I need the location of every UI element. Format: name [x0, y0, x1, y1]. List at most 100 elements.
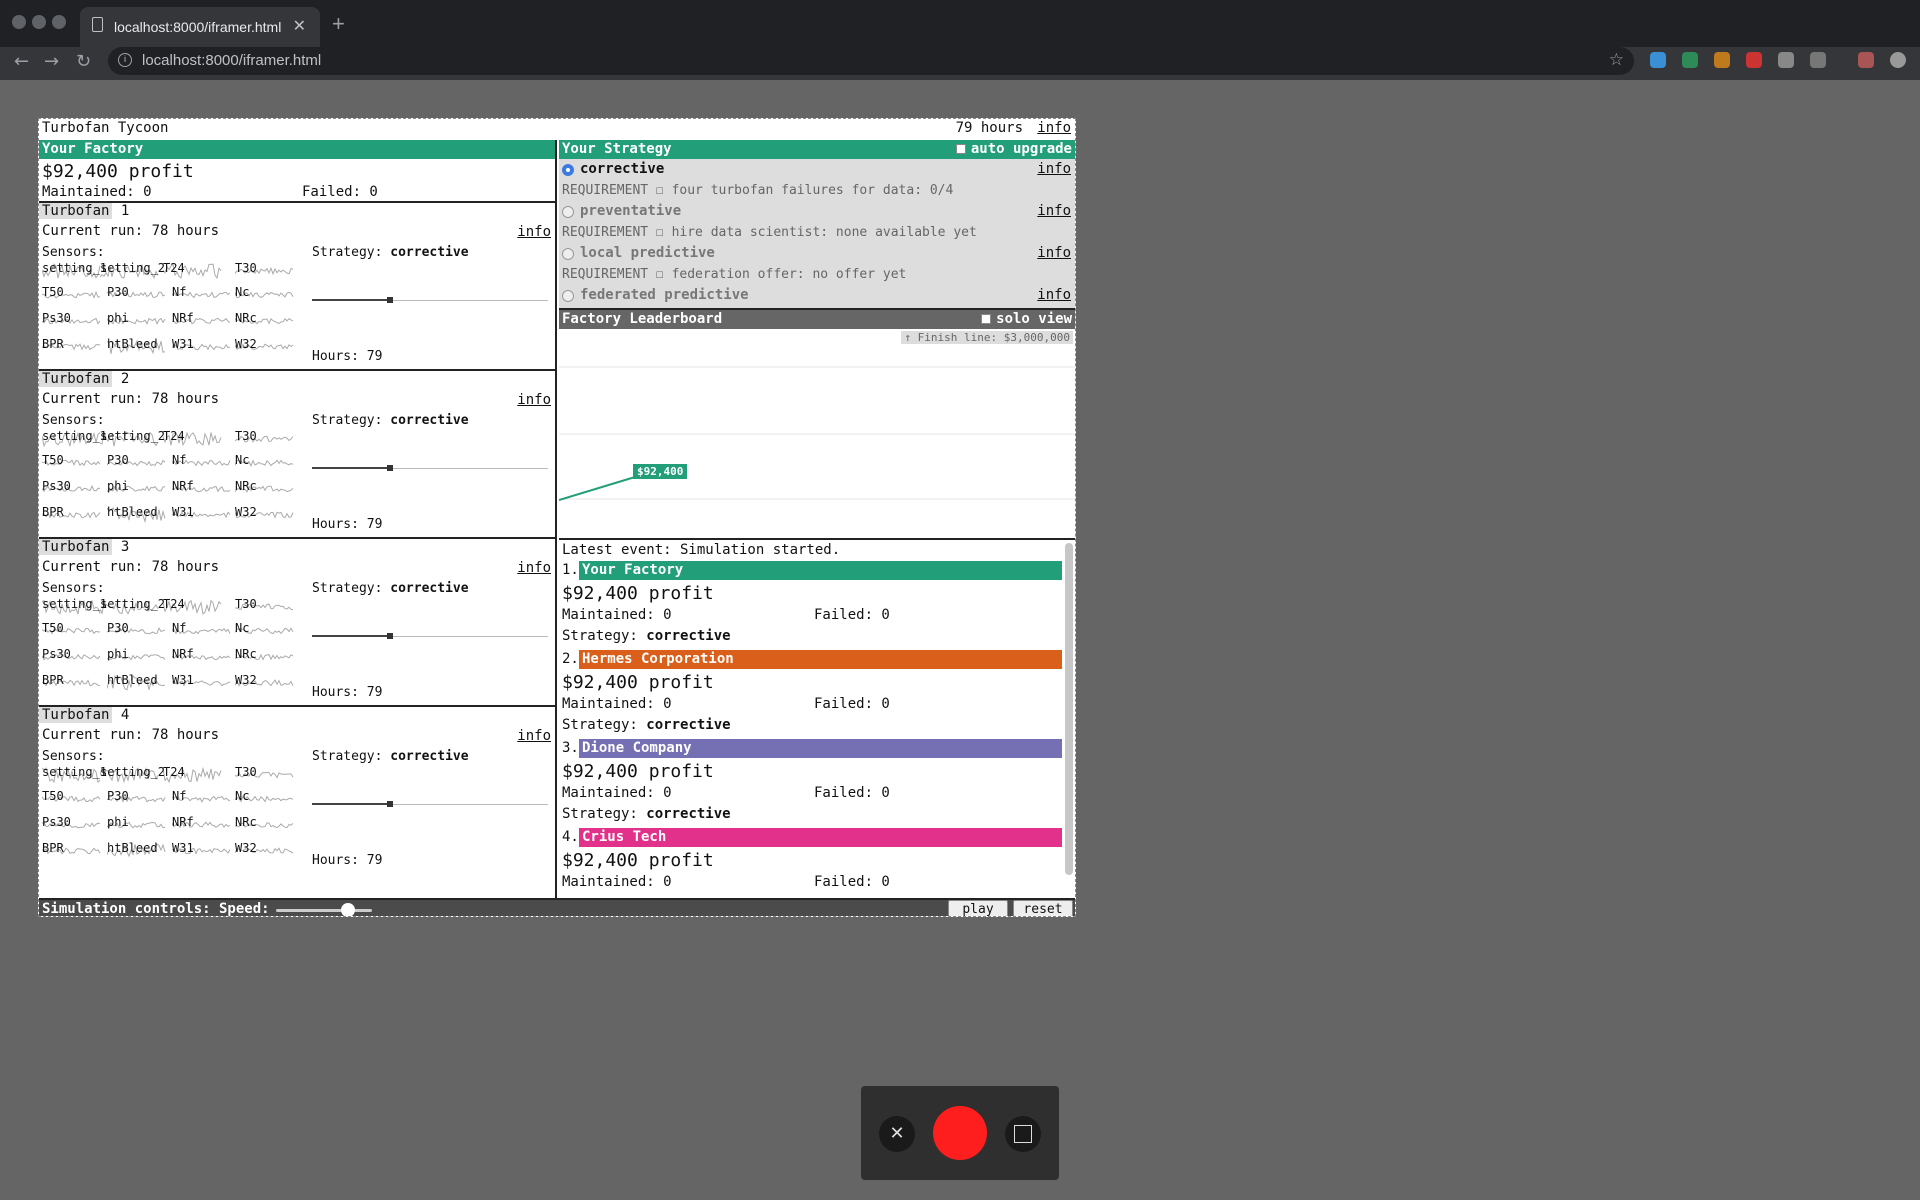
- window-zoom-dot[interactable]: [52, 15, 66, 29]
- strategy-option-label: local predictive: [580, 245, 715, 261]
- entry-failed: Failed: 0: [814, 696, 890, 712]
- app-info-link[interactable]: info: [1037, 120, 1071, 136]
- extension-icon[interactable]: [1746, 52, 1762, 68]
- sensor-sparkline: P30: [107, 453, 171, 473]
- sensor-name: htBleed: [107, 841, 158, 855]
- sensor-sparkline: T50: [42, 621, 106, 641]
- sensor-name: T50: [42, 285, 64, 299]
- address-bar[interactable]: i localhost:8000/iframer.html ☆: [108, 47, 1634, 75]
- sensor-name: T30: [235, 765, 257, 779]
- recorder-area-icon[interactable]: [1005, 1116, 1041, 1152]
- window-close-dot[interactable]: [12, 15, 26, 29]
- sensor-name: setting_1: [42, 765, 108, 779]
- strategy-option-corrective[interactable]: corrective info: [559, 159, 1075, 180]
- turbofan-strategy: Strategy: corrective: [312, 581, 469, 596]
- sensor-sparkline: W32: [235, 337, 299, 357]
- sensor-sparkline: W31: [172, 505, 236, 525]
- lifetime-marker: [387, 465, 393, 471]
- entry-profit: $92,400 profit: [562, 672, 714, 693]
- sensor-name: Ps30: [42, 479, 71, 493]
- sensor-name: Nc: [235, 285, 250, 299]
- solo-view-checkbox[interactable]: [981, 314, 992, 324]
- entry-maintained: Maintained: 0: [562, 696, 672, 712]
- url-text[interactable]: localhost:8000/iframer.html: [142, 52, 321, 69]
- strategy-option-preventative[interactable]: preventative info: [559, 201, 1075, 222]
- strategy-info-link[interactable]: info: [1037, 285, 1071, 306]
- browser-tab[interactable]: localhost:8000/iframer.html ✕: [80, 7, 320, 47]
- leaderboard-entry: 1. Your Factory $92,400 profit Maintaine…: [559, 561, 1065, 650]
- turbofan-info-link[interactable]: info: [517, 728, 551, 744]
- sensor-sparkline: NRf: [172, 815, 236, 835]
- requirement-text: REQUIREMENT ☐ hire data scientist: none …: [562, 225, 977, 240]
- sensor-sparkline: NRc: [235, 815, 299, 835]
- back-icon[interactable]: ←: [14, 51, 29, 72]
- sensor-name: NRc: [235, 479, 257, 493]
- extension-icon[interactable]: [1714, 52, 1730, 68]
- tab-close-icon[interactable]: ✕: [293, 16, 306, 36]
- sensor-name: phi: [107, 815, 129, 829]
- entry-failed: Failed: 0: [814, 607, 890, 623]
- sensor-sparkline: htBleed: [107, 673, 171, 693]
- solo-view-toggle[interactable]: solo view: [981, 310, 1072, 329]
- turbofan-info-link[interactable]: info: [517, 392, 551, 408]
- turbofan-hours: Hours: 79: [312, 685, 383, 700]
- entry-maintained: Maintained: 0: [562, 785, 672, 801]
- recorder-close-icon[interactable]: ✕: [879, 1116, 915, 1152]
- sensor-sparkline: setting_1: [42, 429, 107, 449]
- turbofan-info-link[interactable]: info: [517, 560, 551, 576]
- menu-icon[interactable]: [1890, 52, 1906, 68]
- strategy-info-link[interactable]: info: [1037, 159, 1071, 180]
- new-tab-icon[interactable]: +: [332, 11, 345, 37]
- lifetime-fill: [312, 467, 390, 469]
- turbofan-header: Turbofan 2: [39, 371, 129, 389]
- speed-slider-knob[interactable]: [341, 903, 355, 916]
- strategy-title: Your Strategy: [562, 141, 672, 157]
- auto-upgrade-toggle[interactable]: auto upgrade: [955, 140, 1072, 159]
- reload-icon[interactable]: ↻: [76, 51, 91, 72]
- sensors-label: Sensors:: [42, 245, 105, 260]
- forward-icon[interactable]: →: [44, 51, 59, 72]
- entry-profit: $92,400 profit: [562, 761, 714, 782]
- turbofan-header: Turbofan 4: [39, 707, 129, 725]
- entry-maintained: Maintained: 0: [562, 874, 672, 890]
- extension-icon[interactable]: [1778, 52, 1794, 68]
- record-button[interactable]: [933, 1106, 987, 1160]
- sensor-name: BPR: [42, 841, 64, 855]
- profile-avatar[interactable]: [1858, 52, 1874, 68]
- sensor-name: phi: [107, 311, 129, 325]
- turbofan-card: Turbofan 1 Current run: 78 hours info Se…: [39, 201, 555, 369]
- strategy-option-local-predictive[interactable]: local predictive info: [559, 243, 1075, 264]
- sensor-sparkline: phi: [107, 815, 171, 835]
- sensor-sparkline: P30: [107, 621, 171, 641]
- strategy-option-federated-predictive[interactable]: federated predictive info: [559, 285, 1075, 306]
- reset-button[interactable]: reset: [1013, 900, 1073, 916]
- extension-icon[interactable]: [1810, 52, 1826, 68]
- strategy-radio[interactable]: [562, 290, 574, 302]
- strategy-radio[interactable]: [562, 164, 574, 176]
- bookmark-star-icon[interactable]: ☆: [1609, 50, 1624, 70]
- extension-icon[interactable]: [1650, 52, 1666, 68]
- speed-slider[interactable]: [276, 903, 372, 916]
- strategy-radio[interactable]: [562, 206, 574, 218]
- play-button[interactable]: play: [948, 900, 1008, 916]
- extension-icon[interactable]: [1682, 52, 1698, 68]
- strategy-info-link[interactable]: info: [1037, 201, 1071, 222]
- strategy-radio[interactable]: [562, 248, 574, 260]
- sensor-name: phi: [107, 479, 129, 493]
- strategy-info-link[interactable]: info: [1037, 243, 1071, 264]
- strategy-value: corrective: [390, 413, 469, 428]
- sensor-name: setting_2: [100, 597, 166, 611]
- auto-upgrade-label: auto upgrade: [970, 141, 1072, 157]
- lifetime-track: [312, 297, 548, 303]
- company-name: Your Factory: [579, 561, 1062, 580]
- strategy-label: Strategy:: [312, 245, 383, 260]
- turbofan-info-link[interactable]: info: [517, 224, 551, 240]
- window-minimize-dot[interactable]: [32, 15, 46, 29]
- sensor-sparkline: setting_2: [100, 429, 165, 449]
- site-info-icon[interactable]: i: [118, 53, 132, 67]
- auto-upgrade-checkbox[interactable]: [955, 144, 966, 154]
- sensor-sparkline: setting_2: [100, 597, 166, 617]
- leaderboard-entry: 3. Dione Company $92,400 profit Maintain…: [559, 739, 1065, 828]
- events-scrollbar[interactable]: [1065, 543, 1073, 875]
- sensor-sparkline: BPR: [42, 505, 106, 525]
